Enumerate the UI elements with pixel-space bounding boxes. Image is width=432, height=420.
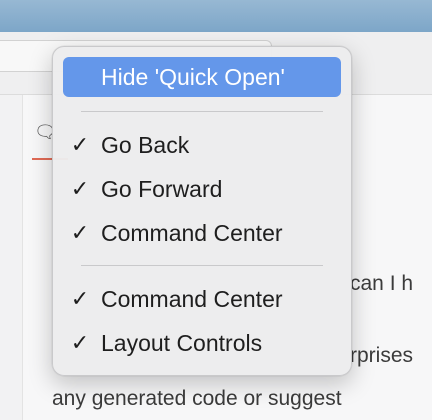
background-text-line-1: can I h [350, 272, 414, 295]
checkmark-icon: ✓ [70, 176, 90, 201]
context-menu: Hide 'Quick Open' ✓ Go Back ✓ Go Forward… [52, 46, 352, 376]
menu-separator [81, 111, 323, 112]
background-text-line-3: any generated code or suggest [52, 387, 342, 410]
menu-item-hide-quick-open[interactable]: Hide 'Quick Open' [63, 57, 341, 97]
side-pane [0, 95, 23, 420]
menu-item-label: Go Back [101, 132, 190, 158]
checkmark-icon: ✓ [70, 286, 90, 311]
chat-bubble-icon[interactable]: 🗨 [34, 122, 57, 142]
app-window: 🗨 can I h rprises any generated code or … [0, 0, 432, 420]
menu-item-label: Command Center [101, 286, 283, 312]
checkmark-icon: ✓ [70, 330, 90, 355]
window-title-bar [0, 0, 432, 32]
menu-item-label: Go Forward [101, 176, 223, 202]
menu-item-command-center[interactable]: ✓ Command Center [63, 213, 341, 253]
checkmark-icon: ✓ [70, 132, 90, 157]
menu-item-go-back[interactable]: ✓ Go Back [63, 125, 341, 165]
menu-item-go-forward[interactable]: ✓ Go Forward [63, 169, 341, 209]
menu-item-command-center-2[interactable]: ✓ Command Center [63, 279, 341, 319]
background-text-line-2: rprises [350, 344, 414, 367]
checkmark-icon: ✓ [70, 220, 90, 245]
menu-item-layout-controls[interactable]: ✓ Layout Controls [63, 323, 341, 363]
menu-separator [81, 265, 323, 266]
menu-item-label: Command Center [101, 220, 283, 246]
menu-item-label: Hide 'Quick Open' [101, 64, 285, 90]
menu-item-label: Layout Controls [101, 330, 263, 356]
